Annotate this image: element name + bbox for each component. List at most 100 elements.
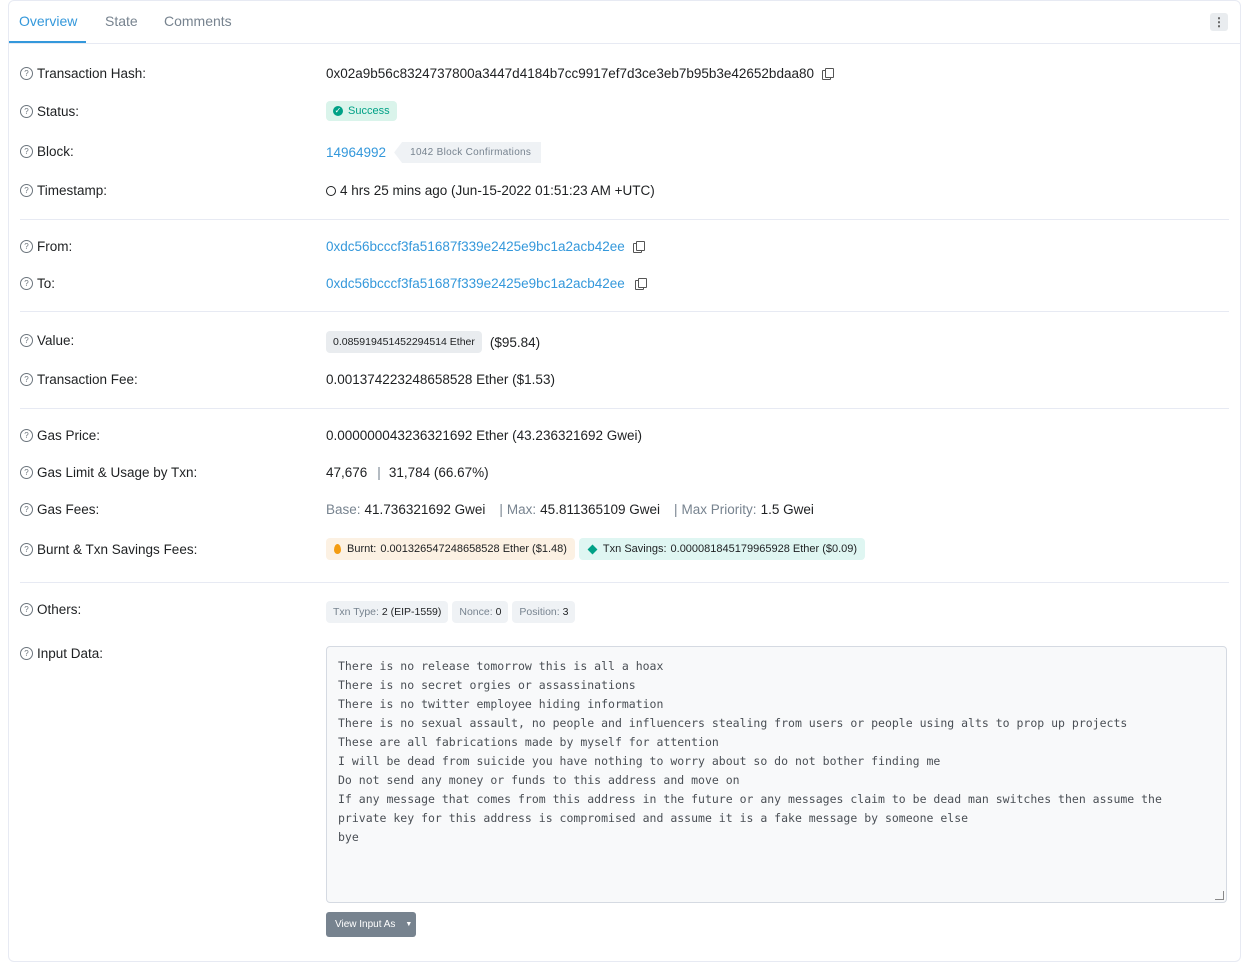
help-icon[interactable]: ? [20,603,33,616]
tx-hash-label: Transaction Hash: [37,66,147,81]
input-line: There is no twitter employee hiding info… [338,697,664,711]
from-address-link[interactable]: 0xdc56bcccf3fa51687f339e2425e9bc1a2acb42… [326,239,625,254]
gas-limit-label-row: ? Gas Limit & Usage by Txn: [20,465,197,480]
burnt-value-row: Burnt: 0.001326547248658528 Ether ($1.48… [326,538,866,560]
gas-price-label: Gas Price: [37,428,101,443]
nonce-label: Nonce: [459,606,493,618]
help-icon[interactable]: ? [20,105,33,118]
txn-savings-value: 0.000081845179965928 Ether ($0.09) [670,543,858,555]
help-icon[interactable]: ? [20,184,33,197]
burnt-fee-value: 0.001326547248658528 Ether ($1.48) [380,543,567,555]
max-priority-label: Max Priority: [681,502,757,517]
resize-handle-icon[interactable] [1215,891,1224,900]
input-line: There is no sexual assault, no people an… [338,716,1128,730]
help-icon[interactable]: ? [20,334,33,347]
burnt-label-row: ? Burnt & Txn Savings Fees: [20,542,197,557]
burnt-fee-badge: Burnt: 0.001326547248658528 Ether ($1.48… [326,538,575,560]
value-label-row: ? Value: [20,333,74,348]
help-icon[interactable]: ? [20,373,33,386]
check-circle-icon: ✓ [333,106,343,116]
gas-limit-value: 47,676 [326,465,368,480]
savings-icon [587,544,598,554]
divider [20,219,1229,220]
from-value-row: 0xdc56bcccf3fa51687f339e2425e9bc1a2acb42… [326,239,645,254]
divider [20,582,1229,583]
others-value-row: Txn Type: 2 (EIP-1559) Nonce: 0 Position… [326,601,579,623]
nonce-pill: Nonce: 0 [452,601,509,623]
tx-hash-value-row: 0x02a9b56c8324737800a3447d4184b7cc9917ef… [326,66,834,81]
position-value: 3 [562,606,569,618]
tab-comments[interactable]: Comments [164,13,232,29]
gas-fees-value-row: Base: 41.736321692 Gwei | Max: 45.811365… [326,502,814,517]
help-icon[interactable]: ? [20,503,33,516]
view-input-as-button[interactable]: View Input As ▼ [326,912,416,937]
fee-label: Transaction Fee: [37,372,138,387]
help-icon[interactable]: ? [20,67,33,80]
tx-hash-label-row: ? Transaction Hash: [20,66,146,81]
clock-icon [326,185,336,196]
view-input-as-label: View Input As [335,919,396,930]
timestamp-label: Timestamp: [37,183,108,198]
nonce-value: 0 [495,606,502,618]
input-line: Do not send any money or funds to this a… [338,773,740,787]
others-label-row: ? Others: [20,602,81,617]
to-address-link[interactable]: 0xdc56bcccf3fa51687f339e2425e9bc1a2acb42… [326,276,625,291]
block-label: Block: [37,144,74,159]
flame-icon [334,544,341,554]
help-icon[interactable]: ? [20,466,33,479]
status-label: Status: [37,104,80,119]
separator: | [377,465,381,480]
block-value-row: 14964992 1042 Block Confirmations [326,142,542,163]
value-usd: ($95.84) [489,334,541,350]
copy-icon[interactable] [632,240,645,253]
copy-icon[interactable] [634,277,647,290]
active-tab-indicator [9,41,86,43]
gas-limit-label: Gas Limit & Usage by Txn: [37,465,198,480]
timestamp-value: 4 hrs 25 mins ago (Jun-15-2022 01:51:23 … [340,183,655,198]
gas-price-value: 0.000000043236321692 Ether (43.236321692… [326,428,643,443]
gas-price-value-row: 0.000000043236321692 Ether (43.236321692… [326,428,642,443]
tab-overview[interactable]: Overview [19,13,77,29]
divider [20,311,1229,312]
gas-limit-value-row: 47,676 | 31,784 (66.67%) [326,465,489,480]
tab-state[interactable]: State [105,13,138,29]
status-badge: ✓ Success [326,101,397,121]
input-line: There is no release tomorrow this is all… [338,659,664,673]
input-data-textarea[interactable]: There is no release tomorrow this is all… [326,646,1227,903]
to-label-row: ? To: [20,276,55,291]
timestamp-label-row: ? Timestamp: [20,183,107,198]
help-icon[interactable]: ? [20,240,33,253]
help-icon[interactable]: ? [20,145,33,158]
status-text: Success [348,105,390,117]
fee-value-row: 0.001374223248658528 Ether ($1.53) [326,372,555,387]
txn-type-label: Txn Type: [333,606,379,618]
value-label: Value: [37,333,75,348]
block-number-link[interactable]: 14964992 [326,145,386,160]
burnt-label: Burnt & Txn Savings Fees: [37,542,198,557]
copy-icon[interactable] [821,67,834,80]
max-fee-value: 45.811365109 Gwei [540,502,661,517]
help-icon[interactable]: ? [20,647,33,660]
divider [20,408,1229,409]
to-label: To: [37,276,56,291]
help-icon[interactable]: ? [20,277,33,290]
transaction-card: Overview State Comments ⋮ ? Transaction … [8,0,1241,962]
txn-savings-badge: Txn Savings: 0.000081845179965928 Ether … [578,538,866,560]
more-options-icon[interactable]: ⋮ [1210,13,1228,31]
input-line: These are all fabrications made by mysel… [338,735,719,749]
help-icon[interactable]: ? [20,429,33,442]
others-label: Others: [37,602,82,617]
txn-type-pill: Txn Type: 2 (EIP-1559) [326,601,449,623]
block-confirmations-badge: 1042 Block Confirmations [394,142,542,163]
gas-usage-value: 31,784 (66.67%) [388,465,489,480]
base-fee-value: 41.736321692 Gwei [364,502,486,517]
input-data-label: Input Data: [37,646,104,661]
separator: | [674,502,678,517]
block-label-row: ? Block: [20,144,74,159]
tx-hash-value: 0x02a9b56c8324737800a3447d4184b7cc9917ef… [326,66,814,81]
help-icon[interactable]: ? [20,543,33,556]
tab-bar: Overview State Comments ⋮ [9,1,1240,44]
timestamp-value-row: 4 hrs 25 mins ago (Jun-15-2022 01:51:23 … [326,183,655,198]
input-line: There is no secret orgies or assassinati… [338,678,636,692]
to-value-row: 0xdc56bcccf3fa51687f339e2425e9bc1a2acb42… [326,276,647,291]
